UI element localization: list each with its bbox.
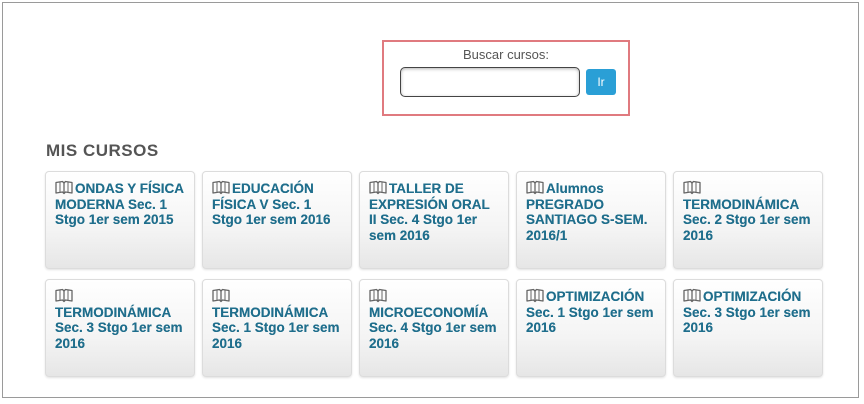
book-icon — [526, 180, 544, 195]
course-card[interactable]: OPTIMIZACIÓN Sec. 1 Stgo 1er sem 2016 — [516, 279, 666, 377]
course-name: TALLER DE EXPRESIÓN ORAL II Sec. 4 Stgo … — [369, 181, 490, 243]
book-icon — [55, 180, 73, 195]
course-card[interactable]: EDUCACIÓN FÍSICA V Sec. 1 Stgo 1er sem 2… — [202, 171, 352, 269]
search-go-button[interactable]: Ir — [586, 69, 616, 95]
course-name: TERMODINÁMICA Sec. 3 Stgo 1er sem 2016 — [55, 304, 183, 351]
book-icon — [526, 288, 544, 303]
book-icon — [369, 180, 387, 195]
book-icon — [683, 180, 701, 195]
search-input[interactable] — [400, 67, 580, 97]
course-card[interactable]: MICROECONOMÍA Sec. 4 Stgo 1er sem 2016 — [359, 279, 509, 377]
course-card[interactable]: TERMODINÁMICA Sec. 3 Stgo 1er sem 2016 — [45, 279, 195, 377]
section-title: MIS CURSOS — [46, 141, 159, 160]
course-name: TERMODINÁMICA Sec. 2 Stgo 1er sem 2016 — [683, 196, 811, 243]
course-link[interactable]: TERMODINÁMICA Sec. 3 Stgo 1er sem 2016 — [55, 288, 185, 351]
search-label: Buscar cursos: — [463, 47, 549, 62]
course-card[interactable]: Alumnos PREGRADO SANTIAGO S-SEM. 2016/1 — [516, 171, 666, 269]
course-link[interactable]: OPTIMIZACIÓN Sec. 3 Stgo 1er sem 2016 — [683, 288, 813, 336]
course-link[interactable]: TERMODINÁMICA Sec. 1 Stgo 1er sem 2016 — [212, 288, 342, 351]
course-link[interactable]: EDUCACIÓN FÍSICA V Sec. 1 Stgo 1er sem 2… — [212, 180, 342, 228]
course-name: OPTIMIZACIÓN Sec. 1 Stgo 1er sem 2016 — [526, 289, 654, 335]
course-card[interactable]: TALLER DE EXPRESIÓN ORAL II Sec. 4 Stgo … — [359, 171, 509, 269]
book-icon — [212, 288, 230, 303]
search-panel: Buscar cursos: Ir — [382, 40, 630, 116]
book-icon — [55, 288, 73, 303]
course-link[interactable]: ONDAS Y FÍSICA MODERNA Sec. 1 Stgo 1er s… — [55, 180, 185, 228]
book-icon — [369, 288, 387, 303]
book-icon — [212, 180, 230, 195]
course-card[interactable]: TERMODINÁMICA Sec. 2 Stgo 1er sem 2016 — [673, 171, 823, 269]
course-card[interactable]: TERMODINÁMICA Sec. 1 Stgo 1er sem 2016 — [202, 279, 352, 377]
book-icon — [683, 288, 701, 303]
course-link[interactable]: TALLER DE EXPRESIÓN ORAL II Sec. 4 Stgo … — [369, 180, 499, 243]
course-card[interactable]: ONDAS Y FÍSICA MODERNA Sec. 1 Stgo 1er s… — [45, 171, 195, 269]
course-grid: ONDAS Y FÍSICA MODERNA Sec. 1 Stgo 1er s… — [45, 171, 823, 377]
course-link[interactable]: Alumnos PREGRADO SANTIAGO S-SEM. 2016/1 — [526, 180, 656, 243]
course-name: ONDAS Y FÍSICA MODERNA Sec. 1 Stgo 1er s… — [55, 181, 184, 227]
course-name: Alumnos PREGRADO SANTIAGO S-SEM. 2016/1 — [526, 181, 648, 243]
course-name: OPTIMIZACIÓN Sec. 3 Stgo 1er sem 2016 — [683, 289, 811, 335]
course-card[interactable]: OPTIMIZACIÓN Sec. 3 Stgo 1er sem 2016 — [673, 279, 823, 377]
course-link[interactable]: MICROECONOMÍA Sec. 4 Stgo 1er sem 2016 — [369, 288, 499, 351]
course-name: TERMODINÁMICA Sec. 1 Stgo 1er sem 2016 — [212, 304, 340, 351]
course-name: MICROECONOMÍA Sec. 4 Stgo 1er sem 2016 — [369, 304, 497, 351]
course-link[interactable]: OPTIMIZACIÓN Sec. 1 Stgo 1er sem 2016 — [526, 288, 656, 336]
course-link[interactable]: TERMODINÁMICA Sec. 2 Stgo 1er sem 2016 — [683, 180, 813, 243]
